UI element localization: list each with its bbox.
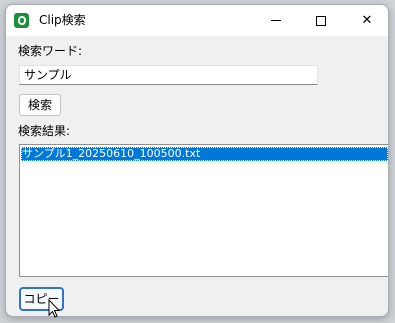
window-title: Clip検索 [39,13,86,27]
title-bar[interactable]: Clip検索 ✕ [6,5,388,36]
search-results-label: 検索結果: [18,124,71,138]
clip-app-icon [14,13,29,28]
app-window: Clip検索 ✕ 検索ワード: サンプル 検索 検索結果: サンプル1_2025… [5,4,389,317]
close-icon: ✕ [361,13,373,28]
search-word-label: 検索ワード: [18,44,83,58]
maximize-icon [316,15,326,26]
list-item[interactable]: サンプル1_20250610_100500.txt [21,147,388,161]
mouse-pointer-icon [48,299,60,318]
minimize-button[interactable] [253,5,299,36]
results-listbox[interactable]: サンプル1_20250610_100500.txt [19,144,388,277]
close-button[interactable]: ✕ [344,5,388,36]
search-input[interactable]: サンプル [19,65,318,85]
search-button[interactable]: 検索 [19,94,61,116]
maximize-button[interactable] [298,5,344,36]
minimize-icon [271,20,281,21]
